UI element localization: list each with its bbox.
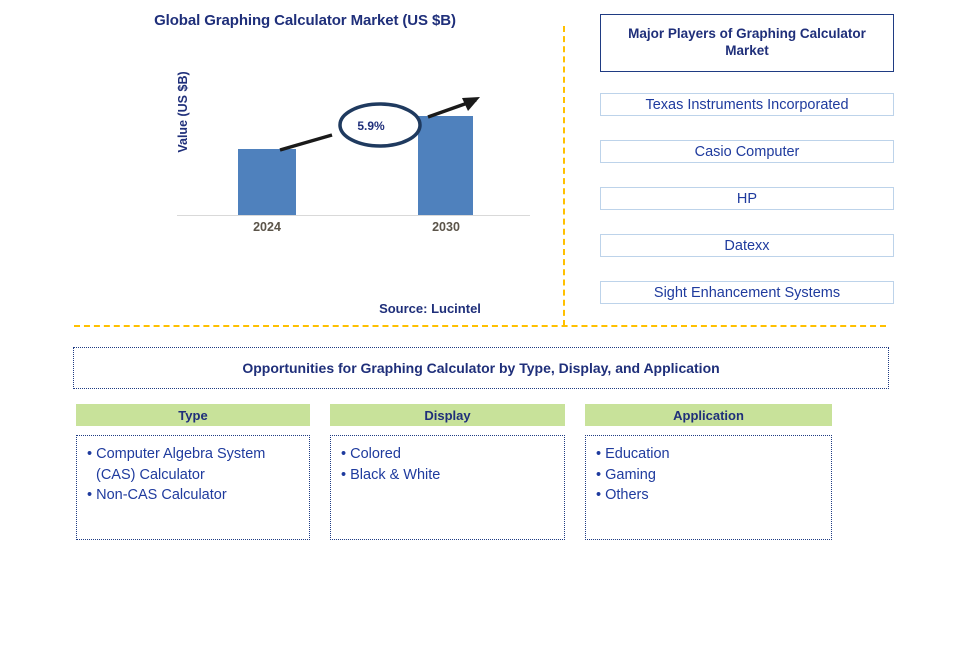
category-body-application: • Education • Gaming • Others [585, 435, 832, 540]
category-header-type: Type [76, 404, 310, 426]
chart-title: Global Graphing Calculator Market (US $B… [154, 12, 456, 29]
infographic-canvas: Global Graphing Calculator Market (US $B… [0, 0, 960, 653]
cagr-value: 5.9% [357, 119, 385, 133]
category-body-type: • Computer Algebra System (CAS) Calculat… [76, 435, 310, 540]
player-item-label: Texas Instruments Incorporated [645, 96, 849, 113]
list-item: • Black & White [341, 466, 441, 483]
list-item: • Computer Algebra System (CAS) Calculat… [87, 446, 266, 483]
source-label: Source: Lucintel [379, 301, 481, 316]
x-tick-2030: 2030 [432, 220, 460, 234]
player-item-label: Datexx [724, 237, 770, 254]
category-header-display: Display [330, 404, 565, 426]
bar-chart: Value (US $B) 2024 2030 5.9% [150, 71, 550, 235]
list-item-label: Non-CAS Calculator [96, 487, 227, 504]
category-column-application: Application • Education • Gaming • Other… [585, 404, 832, 540]
category-column-type: Type • Computer Algebra System (CAS) Cal… [76, 404, 310, 540]
horizontal-divider [74, 325, 886, 327]
player-item-3[interactable]: HP [600, 187, 894, 210]
x-tick-2024: 2024 [253, 220, 281, 234]
list-item: • Non-CAS Calculator [87, 487, 227, 504]
vertical-divider [563, 26, 565, 326]
category-header-label: Type [178, 407, 208, 423]
list-item: • Education [596, 446, 670, 462]
list-item-label: Gaming [605, 466, 656, 483]
x-axis-line [177, 215, 530, 216]
list-item-label: Education [605, 446, 670, 462]
player-item-4[interactable]: Datexx [600, 234, 894, 257]
list-item: • Gaming [596, 466, 656, 483]
list-item: • Others [596, 487, 649, 504]
list-item-label: Colored [350, 446, 401, 462]
major-players-header-label: Major Players of Graphing Calculator Mar… [628, 26, 866, 58]
list-item: • Colored [341, 446, 401, 462]
category-header-label: Display [424, 407, 471, 423]
player-item-label: HP [736, 190, 758, 207]
opportunities-banner-label: Opportunities for Graphing Calculator by… [242, 360, 720, 376]
player-item-1[interactable]: Texas Instruments Incorporated [600, 93, 894, 116]
player-item-label: Casio Computer [694, 143, 800, 160]
major-players-header: Major Players of Graphing Calculator Mar… [600, 14, 894, 72]
category-header-label: Application [673, 407, 744, 423]
list-item-label: Computer Algebra System (CAS) Calculator [96, 446, 266, 483]
list-item-label: Black & White [350, 466, 441, 483]
category-column-display: Display • Colored • Black & White [330, 404, 565, 540]
player-item-2[interactable]: Casio Computer [600, 140, 894, 163]
list-item-label: Others [605, 487, 649, 504]
y-axis-label: Value (US $B) [176, 71, 190, 153]
category-header-application: Application [585, 404, 832, 426]
player-item-5[interactable]: Sight Enhancement Systems [600, 281, 894, 304]
category-body-display: • Colored • Black & White [330, 435, 565, 540]
opportunities-banner: Opportunities for Graphing Calculator by… [73, 347, 889, 389]
bar-2024 [238, 149, 296, 215]
player-item-label: Sight Enhancement Systems [653, 284, 841, 301]
